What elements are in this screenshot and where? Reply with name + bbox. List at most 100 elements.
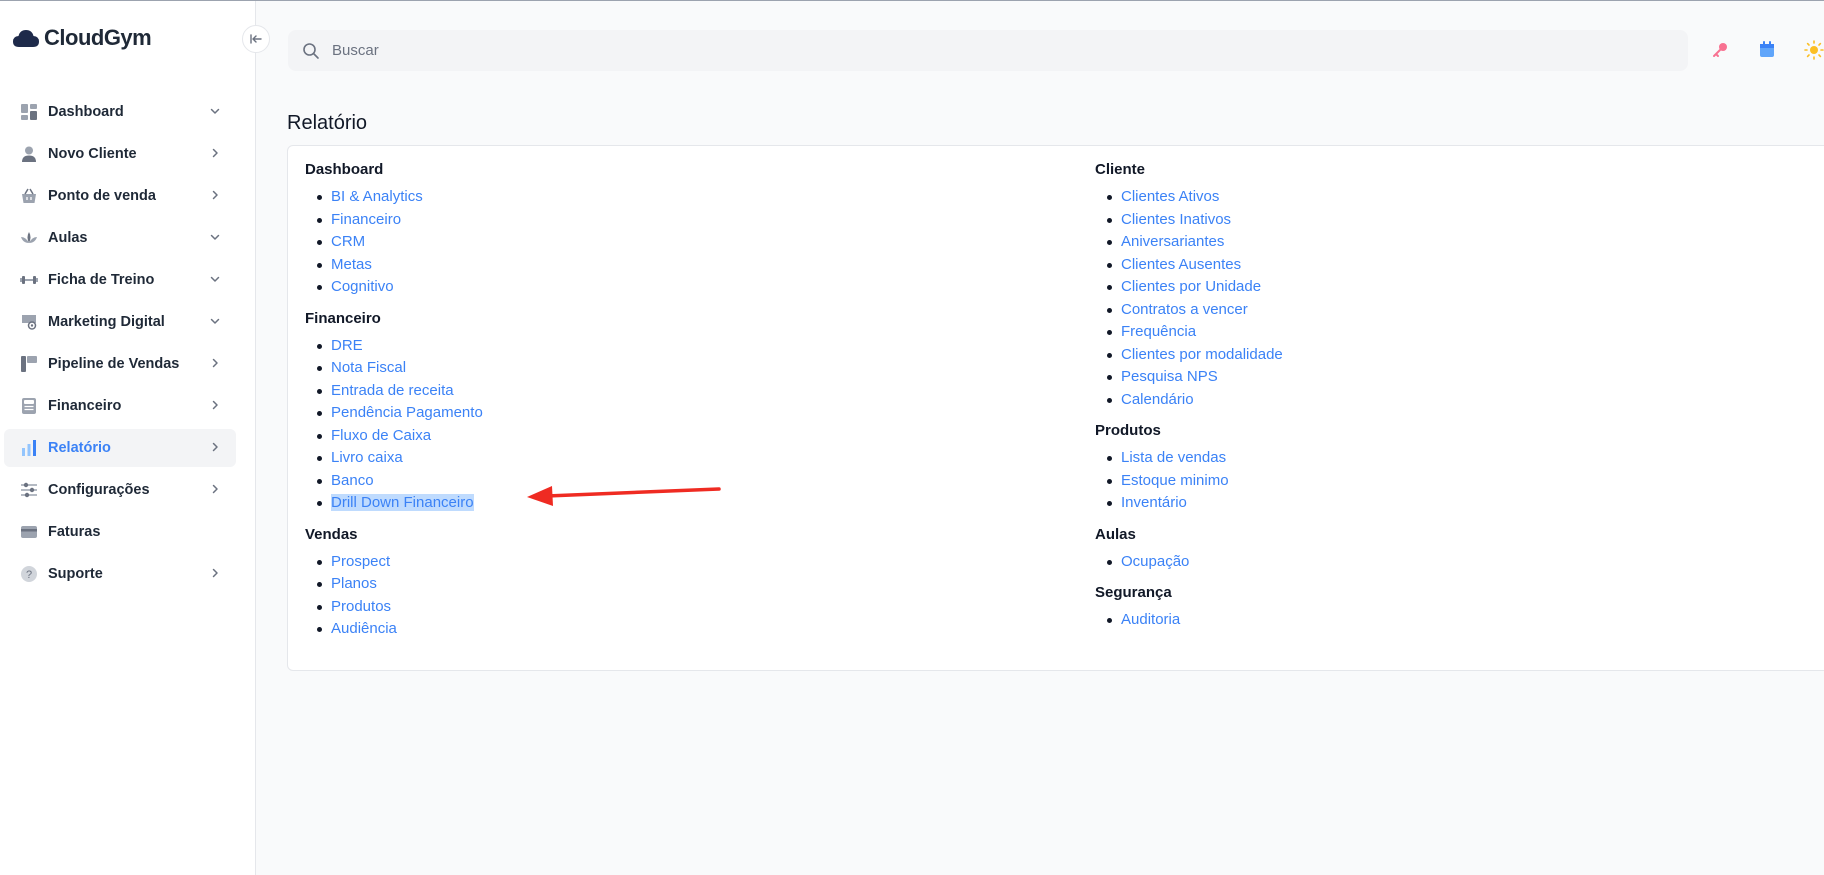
sun-icon[interactable] [1804,40,1824,60]
list-item: BI & Analytics [305,186,483,209]
report-link-clientes-ativos[interactable]: Clientes Ativos [1121,188,1219,205]
report-link-ocupacao[interactable]: Ocupação [1121,553,1189,570]
list-item: Planos [305,573,483,596]
report-column-right: Cliente Clientes Ativos Clientes Inativos A… [1095,160,1283,642]
list-item: Clientes Inativos [1095,209,1283,232]
sidebar-item-label: Pipeline de Vendas [48,356,180,372]
list-item: Frequência [1095,321,1283,344]
report-link-prospect[interactable]: Prospect [331,553,390,570]
dashboard-grid-icon [20,103,38,121]
chevron-right-icon [208,440,222,454]
search-bar[interactable] [288,30,1688,71]
report-link-bi-and-analytics[interactable]: BI & Analytics [331,188,423,205]
list-item: Clientes por Unidade [1095,276,1283,299]
sidebar-item-financeiro[interactable]: Financeiro [4,387,236,425]
list-item: Entrada de receita [305,380,483,403]
collapse-sidebar-button[interactable] [242,25,270,53]
brand-name: CloudGym [44,25,152,50]
list-item: Livro caixa [305,447,483,470]
sidebar-item-configuracoes[interactable]: Configurações [4,471,236,509]
sidebar-item-label: Faturas [48,524,101,540]
report-link-audiencia[interactable]: Audiência [331,620,397,637]
bar-chart-icon [20,439,38,457]
report-link-pesquisa-nps[interactable]: Pesquisa NPS [1121,368,1218,385]
report-link-list: Prospect Planos Produtos Audiência [305,551,483,641]
sidebar-nav: Dashboard Novo Cliente Ponto de venda Aulas… [4,93,236,597]
section-title-produtos: Produtos [1095,422,1161,439]
list-item: Clientes por modalidade [1095,344,1283,367]
report-link-clientes-por-modalidade[interactable]: Clientes por modalidade [1121,346,1283,363]
report-link-calendario[interactable]: Calendário [1121,391,1194,408]
sidebar-item-label: Financeiro [48,398,122,414]
report-link-list: BI & Analytics Financeiro CRM Metas Cognitiv… [305,186,483,299]
section-title-aulas: Aulas [1095,525,1136,543]
report-link-livro-caixa[interactable]: Livro caixa [331,449,403,466]
arrow-left-icon [250,34,262,44]
report-link-produtos[interactable]: Produtos [331,598,391,615]
list-item: Drill Down Financeiro [305,492,483,515]
report-link-frequencia[interactable]: Frequência [1121,323,1196,340]
report-link-banco[interactable]: Banco [331,472,374,489]
sidebar-item-relatorio[interactable]: Relatório [4,429,236,467]
list-item: Estoque minimo [1095,470,1283,493]
list-item: Banco [305,470,483,493]
chevron-down-icon [208,104,222,118]
sidebar-item-ficha-de-treino[interactable]: Ficha de Treino [4,261,236,299]
report-link-fluxo-de-caixa[interactable]: Fluxo de Caixa [331,427,431,444]
report-link-entrada-de-receita[interactable]: Entrada de receita [331,382,454,399]
report-link-financeiro[interactable]: Financeiro [331,211,401,228]
report-link-nota-fiscal[interactable]: Nota Fiscal [331,359,406,376]
sidebar-item-dashboard[interactable]: Dashboard [4,93,236,131]
list-item: Ocupação [1095,551,1283,574]
sidebar-item-ponto-de-venda[interactable]: Ponto de venda [4,177,236,215]
sidebar-item-aulas[interactable]: Aulas [4,219,236,257]
sidebar-item-label: Ficha de Treino [48,272,155,288]
list-item: Contratos a vencer [1095,299,1283,322]
report-link-lista-de-vendas[interactable]: Lista de vendas [1121,449,1226,466]
sidebar-item-suporte[interactable]: ? Suporte [4,555,236,593]
search-input[interactable] [330,41,1634,60]
list-item: Metas [305,254,483,277]
report-link-crm[interactable]: CRM [331,233,365,250]
megaphone-icon [20,313,38,331]
report-link-pendencia-pagamento[interactable]: Pendência Pagamento [331,404,483,421]
credit-card-icon [20,523,38,541]
sidebar: CloudGym Dashboard Novo Cliente Ponto de v… [0,1,256,875]
list-item: CRM [305,231,483,254]
report-link-cognitivo[interactable]: Cognitivo [331,278,394,295]
list-item: Audiência [305,618,483,641]
report-link-aniversariantes[interactable]: Aniversariantes [1121,233,1224,250]
report-link-inventario[interactable]: Inventário [1121,494,1187,511]
sliders-icon [20,481,38,499]
key-icon[interactable] [1710,40,1730,60]
report-link-clientes-ausentes[interactable]: Clientes Ausentes [1121,256,1241,273]
sidebar-item-label: Relatório [48,440,111,456]
report-card: Dashboard BI & Analytics Financeiro CRM Meta… [287,145,1824,671]
report-link-contratos-a-vencer[interactable]: Contratos a vencer [1121,301,1248,318]
report-link-clientes-por-unidade[interactable]: Clientes por Unidade [1121,278,1261,295]
report-link-auditoria[interactable]: Auditoria [1121,611,1180,628]
list-item: Produtos [305,596,483,619]
report-link-drill-down-financeiro[interactable]: Drill Down Financeiro [331,494,474,511]
search-icon [303,42,319,59]
list-item: Financeiro [305,209,483,232]
calendar-icon[interactable] [1757,40,1777,60]
sidebar-item-label: Marketing Digital [48,314,165,330]
report-link-estoque-minimo[interactable]: Estoque minimo [1121,472,1229,489]
list-item: Pesquisa NPS [1095,366,1283,389]
sidebar-item-label: Novo Cliente [48,146,137,162]
sidebar-item-novo-cliente[interactable]: Novo Cliente [4,135,236,173]
sidebar-item-pipeline-de-vendas[interactable]: Pipeline de Vendas [4,345,236,383]
pipeline-icon [20,355,38,373]
chevron-down-icon [208,230,222,244]
sidebar-item-marketing-digital[interactable]: Marketing Digital [4,303,236,341]
report-link-clientes-inativos[interactable]: Clientes Inativos [1121,211,1231,228]
report-link-dre[interactable]: DRE [331,337,363,354]
list-item: Auditoria [1095,609,1283,632]
help-icon: ? [20,565,38,583]
report-link-planos[interactable]: Planos [331,575,377,592]
sidebar-item-faturas[interactable]: Faturas [4,513,236,551]
report-link-metas[interactable]: Metas [331,256,372,273]
section-title-dashboard: Dashboard [305,161,384,178]
logo[interactable]: CloudGym [12,25,152,51]
